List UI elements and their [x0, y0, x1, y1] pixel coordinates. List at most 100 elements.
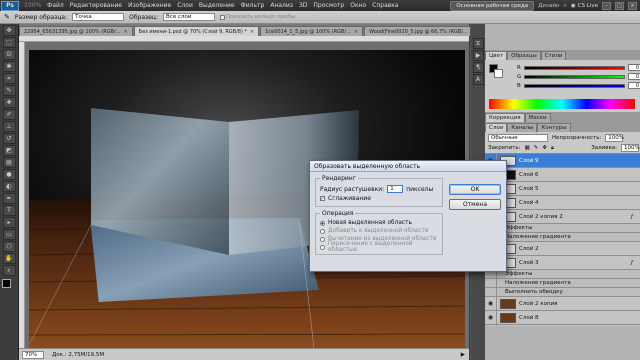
background-color-swatch[interactable] — [494, 69, 503, 78]
tab-masks[interactable]: Маски — [524, 113, 551, 122]
lock-all-icon[interactable]: 🔒︎ — [551, 145, 554, 152]
menu-window[interactable]: Окно — [347, 2, 369, 9]
tab-swatches[interactable]: Образцы — [507, 51, 541, 60]
stamp-tool-icon[interactable]: ⊥ — [2, 121, 16, 132]
3d-tool-icon[interactable]: ⬡ — [2, 241, 16, 252]
eye-icon[interactable]: ◉ — [485, 324, 497, 326]
gradient-tool-icon[interactable]: ▤ — [2, 157, 16, 168]
eyedropper-tool-icon[interactable]: ✎ — [2, 85, 16, 96]
crop-tool-icon[interactable]: ⌗ — [2, 73, 16, 84]
opacity-field[interactable]: 100% — [605, 133, 624, 142]
close-tab-icon[interactable]: × — [354, 29, 358, 35]
g-track[interactable] — [524, 74, 625, 79]
doc-tab-active[interactable]: Без имени-1.psd @ 70% (Слой 9, RGB/8) * × — [133, 26, 260, 36]
zoom-field[interactable]: 70% — [22, 350, 44, 359]
eye-icon[interactable]: ◉ — [485, 296, 497, 311]
color-ramp[interactable] — [489, 99, 635, 109]
pen-tool-icon[interactable]: ✒ — [2, 193, 16, 204]
close-button[interactable]: × — [628, 1, 637, 10]
b-value[interactable]: 0 — [627, 82, 640, 89]
slider-b[interactable]: B0 — [485, 81, 640, 90]
layer-effect-row[interactable]: Наложение градиента — [485, 276, 640, 290]
shape-tool-icon[interactable]: ▭ — [2, 229, 16, 240]
history-brush-tool-icon[interactable]: ↺ — [2, 133, 16, 144]
layer-row[interactable]: ◉Слой 4 — [485, 195, 640, 210]
blend-mode-select[interactable]: Обычные — [488, 133, 548, 142]
layer-effect-row[interactable]: Выполнить обводку — [485, 285, 640, 299]
menu-select[interactable]: Выделение — [196, 2, 238, 9]
layer-effect-row[interactable]: Эффекты — [485, 267, 640, 281]
layer-row[interactable]: ◉Слой 5 — [485, 181, 640, 196]
eyedropper-icon[interactable]: ✎ — [4, 13, 10, 21]
lasso-tool-icon[interactable]: ᘏ — [2, 49, 16, 60]
type-tool-icon[interactable]: T — [2, 205, 16, 216]
sample-size-select[interactable]: Точка — [72, 13, 125, 21]
maximize-button[interactable]: □ — [615, 1, 624, 10]
radio-intersect-selection[interactable]: Пересечение с выделенной областью — [320, 241, 438, 253]
history-panel-icon[interactable]: ⧖ — [472, 38, 484, 49]
status-arrow-icon[interactable]: ▶ — [461, 352, 465, 358]
cs-live-button[interactable]: ◉ CS Live — [571, 3, 598, 9]
paragraph-panel-icon[interactable]: ¶ — [472, 62, 484, 73]
foreground-color-swatch[interactable] — [2, 279, 11, 288]
layer-row[interactable]: ◉Слой 2 — [485, 241, 640, 256]
workspace-more-button[interactable]: » — [564, 3, 567, 9]
ok-button[interactable]: OK — [449, 184, 501, 195]
menu-analysis[interactable]: Анализ — [267, 2, 296, 9]
menu-view[interactable]: Просмотр — [310, 2, 347, 9]
layer-effect-row[interactable]: Эффекты — [485, 221, 640, 235]
radio-new-selection[interactable]: Новая выделенная область — [320, 219, 438, 227]
g-value[interactable]: 0 — [627, 73, 640, 80]
healing-tool-icon[interactable]: ✚ — [2, 97, 16, 108]
lock-pixels-icon[interactable]: ✎ — [534, 145, 539, 151]
eye-icon[interactable]: ◉ — [485, 310, 497, 325]
menu-layers[interactable]: Слои — [174, 2, 196, 9]
slider-g[interactable]: G0 — [485, 72, 640, 81]
r-value[interactable]: 0 — [627, 64, 640, 71]
cancel-button[interactable]: Отмена — [449, 199, 501, 210]
menu-3d[interactable]: 3D — [296, 2, 310, 9]
workspace-essentials-button[interactable]: Основная рабочая среда — [450, 0, 535, 11]
layer-row[interactable]: ◉Слой 6 — [485, 167, 640, 182]
fx-icon[interactable]: ƒ — [631, 214, 640, 220]
sample-select[interactable]: Все слои — [163, 13, 216, 21]
b-track[interactable] — [523, 83, 625, 88]
zoom-tool-icon[interactable]: ⌕ — [2, 265, 16, 276]
r-track[interactable] — [523, 65, 625, 70]
tab-paths[interactable]: Контуры — [537, 123, 571, 132]
menu-filter[interactable]: Фильтр — [238, 2, 268, 9]
slider-r[interactable]: R0 — [485, 63, 640, 72]
lock-position-icon[interactable]: ✥ — [542, 145, 547, 151]
minimize-button[interactable]: – — [602, 1, 611, 10]
actions-panel-icon[interactable]: ▶ — [472, 50, 484, 61]
menu-help[interactable]: Справка — [369, 2, 401, 9]
antialias-checkbox[interactable]: ✓ — [320, 196, 325, 202]
tab-adjustments[interactable]: Коррекция — [485, 113, 525, 122]
dialog-title[interactable]: Образовать выделенную область — [310, 161, 506, 172]
tab-channels[interactable]: Каналы — [507, 123, 538, 132]
menu-image[interactable]: Изображение — [125, 2, 174, 9]
workspace-design-link[interactable]: Дизайн — [538, 3, 559, 9]
ruler-horizontal[interactable] — [19, 36, 469, 42]
layer-row[interactable]: ◉Слой 2 копия 2ƒ — [485, 209, 640, 224]
menu-edit[interactable]: Редактирование — [67, 2, 125, 9]
tab-color[interactable]: Цвет — [485, 51, 508, 60]
fx-icon[interactable]: ƒ — [631, 260, 640, 266]
lock-transparency-icon[interactable]: ▦ — [525, 145, 530, 151]
move-tool-icon[interactable]: ✥ — [2, 25, 16, 36]
show-ring-checkbox[interactable]: Показать кольцо пробы — [220, 14, 295, 20]
doc-tab[interactable]: Wood(Fine0020_5.jpg @ 66,7% (RGB/...× — [364, 26, 480, 36]
layer-row[interactable]: ◉Слой 9 — [485, 154, 640, 168]
character-panel-icon[interactable]: A — [472, 74, 484, 85]
tab-layers[interactable]: Слои — [485, 123, 508, 132]
dodge-tool-icon[interactable]: ◐ — [2, 181, 16, 192]
doc-tab[interactable]: 1ce0014_1_5.jpg @ 100% (RGB/... × — [260, 26, 364, 36]
menu-file[interactable]: Файл — [44, 2, 67, 9]
doc-tab[interactable]: 22954_65631395.jpg @ 100% (RGB/... × — [19, 26, 133, 36]
tab-styles[interactable]: Стили — [540, 51, 567, 60]
marquee-tool-icon[interactable]: ⬚ — [2, 37, 16, 48]
path-select-tool-icon[interactable]: ▸ — [2, 217, 16, 228]
magic-wand-tool-icon[interactable]: ✱ — [2, 61, 16, 72]
feather-input[interactable]: 1 — [387, 185, 404, 193]
blur-tool-icon[interactable]: ● — [2, 169, 16, 180]
